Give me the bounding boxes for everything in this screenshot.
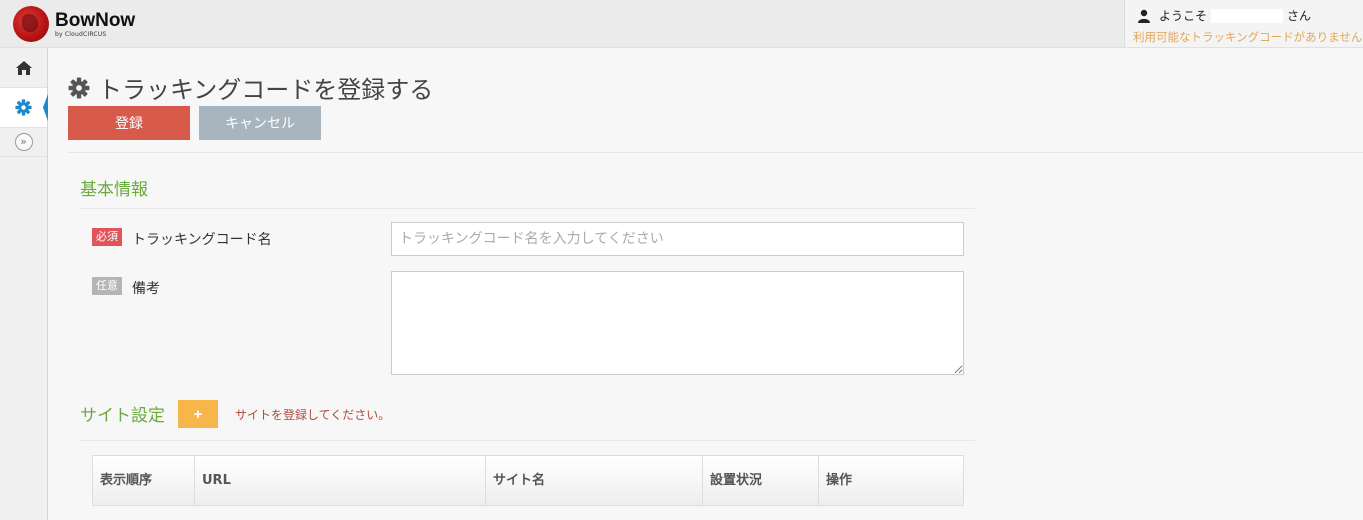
site-hint: サイトを登録してください。 xyxy=(235,408,391,422)
username-redacted xyxy=(1211,8,1284,23)
welcome-text[interactable]: ようこそ さん xyxy=(1137,7,1311,24)
sidebar-item-home[interactable] xyxy=(0,48,47,88)
sidebar: » xyxy=(0,48,48,520)
note-label: 備考 xyxy=(132,281,160,297)
logo-subtitle: by CloudCIRCUS xyxy=(55,30,107,38)
logo-name: BowNow xyxy=(55,9,136,31)
welcome-suffix: さん xyxy=(1287,9,1312,23)
section-title-site-settings: サイト設定 xyxy=(80,406,165,426)
column-header-order[interactable]: 表示順序 xyxy=(93,456,195,505)
optional-badge: 任意 xyxy=(92,277,122,295)
tracking-code-name-input[interactable] xyxy=(391,222,964,256)
divider xyxy=(80,440,975,441)
note-textarea[interactable] xyxy=(391,271,964,375)
divider xyxy=(80,208,975,209)
required-badge: 必須 xyxy=(92,228,122,246)
divider xyxy=(68,152,1363,153)
sidebar-item-settings[interactable] xyxy=(0,88,47,128)
site-table-header: 表示順序 URL サイト名 設置状況 操作 xyxy=(92,455,964,506)
bownow-logo[interactable]: BowNow by CloudCIRCUS xyxy=(13,6,135,42)
register-button[interactable]: 登録 xyxy=(68,106,190,140)
column-header-actions[interactable]: 操作 xyxy=(819,456,963,505)
user-box: ようこそ さん 利用可能なトラッキングコードがありません xyxy=(1124,0,1363,47)
gear-icon xyxy=(68,77,90,98)
home-icon xyxy=(15,60,32,75)
top-header: BowNow by CloudCIRCUS ようこそ さん 利用可能なトラッキン… xyxy=(0,0,1363,48)
section-title-basic-info: 基本情報 xyxy=(80,180,148,200)
gear-icon xyxy=(15,99,32,116)
sidebar-expand: » xyxy=(0,128,47,157)
cancel-button[interactable]: キャンセル xyxy=(199,106,321,140)
column-header-site-name[interactable]: サイト名 xyxy=(486,456,703,505)
tracking-code-name-label: トラッキングコード名 xyxy=(132,232,272,248)
page-title: トラッキングコードを登録する xyxy=(68,70,433,105)
expand-sidebar-button[interactable]: » xyxy=(14,133,33,151)
column-header-url[interactable]: URL xyxy=(195,456,486,505)
page-title-text: トラッキングコードを登録する xyxy=(98,76,434,104)
add-site-button[interactable]: + xyxy=(178,400,218,428)
column-header-status[interactable]: 設置状況 xyxy=(703,456,819,505)
user-icon xyxy=(1138,9,1150,23)
welcome-prefix: ようこそ xyxy=(1159,9,1208,23)
squirrel-logo-icon xyxy=(13,6,49,42)
tracking-notice: 利用可能なトラッキングコードがありません xyxy=(1133,30,1363,44)
